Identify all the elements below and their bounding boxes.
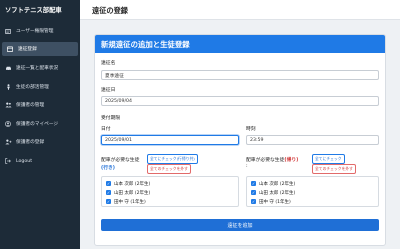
car-icon [3,66,13,71]
checkbox-checked-icon[interactable]: ✓ [106,181,111,186]
users-icon [3,102,13,108]
deadline-time-input[interactable]: 23:59 [246,135,379,145]
user-plus-icon [3,139,13,145]
sidebar-item-expedition-register[interactable]: 遠征登録 [2,42,78,56]
sidebar-item-label: 保護者のマイページ [16,122,59,127]
return-clear-all-button[interactable]: 全てのチェックを外す [312,164,356,174]
list-item[interactable]: ✓ 田中 守 (1年生) [251,198,291,205]
deadline-date-label: 日付 [101,127,111,132]
go-clear-all-button[interactable]: 全てのチェックを外す [147,164,191,174]
deadline-date-input[interactable]: 2025/09/01 [101,135,239,145]
go-tag: (行き) [101,166,115,171]
sidebar-item-expedition-list[interactable]: 遠征一覧と配車状況 [0,61,80,75]
checkbox-checked-icon[interactable]: ✓ [251,181,256,186]
sidebar-item-label: 生徒の部活管理 [16,85,49,90]
expedition-form-card: 新規遠征の追加と生徒登録 遠征名 夏季遠征 遠征日 2025/09/04 受付期… [94,34,386,246]
go-check-all-button[interactable]: 全てにチェック(行帰り共) [147,154,198,164]
sidebar-item-guardian-register[interactable]: 保護者の登録 [0,135,80,149]
sidebar-item-label: 保護者の管理 [16,103,45,108]
checkbox-checked-icon[interactable]: ✓ [251,190,256,195]
go-students-label: 配車が必要な生徒 [101,158,140,163]
person-icon [3,84,13,90]
checkbox-checked-icon[interactable]: ✓ [106,190,111,195]
page-title: 遠征の登録 [80,0,400,20]
sidebar-item-guardian-manage[interactable]: 保護者の管理 [0,98,80,112]
return-label-suffix: : [246,164,248,169]
sidebar-item-label: ユーザー権限管理 [16,29,54,34]
list-item[interactable]: ✓ 山本 次郎 (2年生) [251,180,295,187]
sidebar-item-label: 遠征一覧と配車状況 [16,66,59,71]
deadline-time-label: 時刻 [246,127,256,132]
checkbox-checked-icon[interactable]: ✓ [106,199,111,204]
expedition-date-input[interactable]: 2025/09/04 [101,96,379,106]
go-student-list: ✓ 山本 次郎 (2年生) ✓ 山田 太郎 (2年生) ✓ 田中 守 (1年生) [101,176,239,207]
expedition-name-label: 遠征名 [101,61,116,66]
list-item[interactable]: ✓ 田中 守 (1年生) [106,198,146,205]
sidebar-item-label: 保護者の登録 [16,140,45,145]
list-item[interactable]: ✓ 山田 太郎 (2年生) [106,189,150,196]
card-title: 新規遠征の追加と生徒登録 [95,35,385,53]
sidebar-item-logout[interactable]: Logout [0,154,80,168]
sidebar-item-label: Logout [16,158,33,164]
checkbox-checked-icon[interactable]: ✓ [251,199,256,204]
expedition-name-input[interactable]: 夏季遠征 [101,70,379,80]
sidebar: ソフトテニス部配車 ユーザー権限管理 遠征登録 遠征一覧と配車状況 生徒の部活管… [0,0,80,249]
return-check-all-button[interactable]: 全てにチェック [312,154,345,164]
app-brand: ソフトテニス部配車 [5,7,62,14]
sidebar-item-guardian-mypage[interactable]: 保護者のマイページ [0,117,80,131]
logout-icon [3,158,13,164]
deadline-heading: 受付期限 [101,116,121,121]
expedition-date-label: 遠征日 [101,88,116,93]
main-content: 遠征の登録 新規遠征の追加と生徒登録 遠征名 夏季遠征 遠征日 2025/09/… [80,0,400,249]
sidebar-item-student-club[interactable]: 生徒の部活管理 [0,80,80,94]
sidebar-item-label: 遠征登録 [18,47,37,52]
list-item[interactable]: ✓ 山本 次郎 (2年生) [106,180,150,187]
calendar-icon [5,46,15,52]
id-card-icon [3,28,13,34]
list-item[interactable]: ✓ 山田 太郎 (2年生) [251,189,295,196]
return-student-list: ✓ 山本 次郎 (2年生) ✓ 山田 太郎 (2年生) ✓ 田中 守 (1年生) [246,176,379,207]
user-circle-icon [3,121,13,127]
return-students-label: 配車が必要な生徒(帰り) [246,158,299,163]
sidebar-item-user-permissions[interactable]: ユーザー権限管理 [0,24,80,38]
add-expedition-button[interactable]: 遠征を追加 [101,219,379,231]
